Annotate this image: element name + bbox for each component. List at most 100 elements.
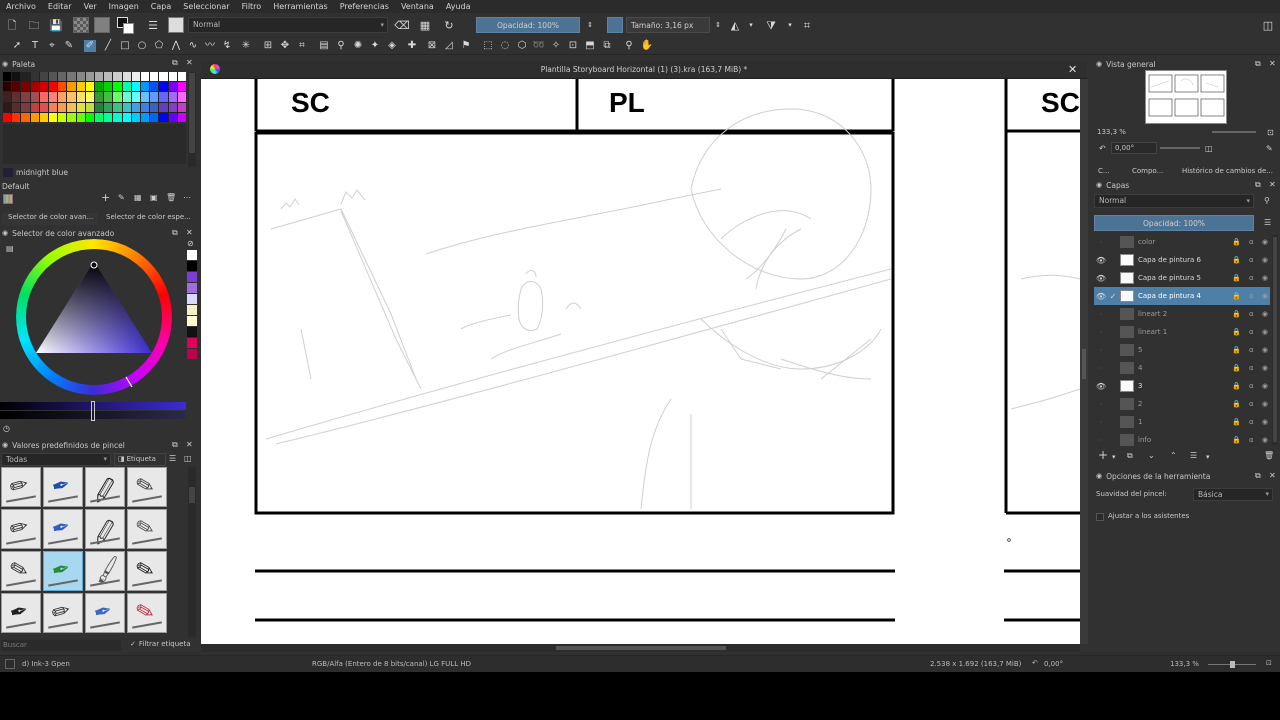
palette-swatch[interactable] [140,82,150,92]
palette-swatch[interactable] [76,92,85,102]
palette-swatch[interactable] [3,82,12,92]
size-slider[interactable]: Tamaño: 3,16 px [626,17,710,33]
close-color-panel-icon[interactable]: ✕ [186,228,193,238]
layer-lock-icon[interactable]: 🔒 [1232,364,1241,372]
size-spin-icon[interactable]: ⇕ [712,19,724,31]
float-layers-icon[interactable]: ⧉ [1255,180,1261,190]
palette-swatch[interactable] [12,72,21,82]
layer-lock-icon[interactable]: 🔒 [1232,382,1241,390]
palette-swatch[interactable] [94,102,104,112]
line-tool-icon[interactable]: ╱ [102,40,114,52]
palette-swatch[interactable] [30,72,39,82]
palette-swatch[interactable] [113,82,122,92]
layer-lock-icon[interactable]: 🔒 [1232,256,1241,264]
palette-swatch[interactable] [39,112,48,122]
palette-swatch[interactable] [85,92,94,102]
palette-swatch[interactable] [94,72,104,82]
float-color-panel-icon[interactable]: ⧉ [172,228,178,238]
zoom-icon[interactable]: ⚲ [623,40,635,52]
layers-scrollbar[interactable] [1272,235,1278,445]
preserve-alpha-icon[interactable]: ▦ [418,18,432,32]
move-icon[interactable]: ✥ [279,40,291,52]
menu-capa[interactable]: Capa [145,2,177,11]
layer-alpha-icon[interactable]: α [1249,436,1254,444]
brush-preset-tile[interactable]: ✒ [1,593,41,633]
bezier-tool-icon[interactable]: ∿ [187,40,199,52]
palette-swatch[interactable] [67,82,76,92]
palette-swatch[interactable] [159,102,168,112]
layer-row[interactable]: · 1 🔒 α ◉ [1094,413,1270,431]
fg-bg-color-icon[interactable] [116,16,134,34]
edit-swatch-icon[interactable]: ✎ [118,193,125,203]
multibrush-icon[interactable]: ✳ [240,40,252,52]
palette-swatch[interactable] [48,72,58,82]
reset-colors-icon[interactable]: ☰ [146,18,160,32]
rotation-slider[interactable] [1160,147,1200,149]
brush-view-icon[interactable]: ◫ [184,454,192,464]
brush-preset-tile[interactable]: ✏ [43,593,83,633]
layer-row[interactable]: · 2 🔒 α ◉ [1094,395,1270,413]
brush-preset-tile[interactable]: ✒ [43,467,83,507]
polyline-tool-icon[interactable]: ⋀ [170,40,182,52]
palette-swatch[interactable] [131,82,140,92]
add-layer-icon[interactable]: + [1098,449,1108,461]
strip-handle[interactable] [91,401,95,421]
palette-swatch[interactable] [21,72,30,82]
overview-zoom-fit-icon[interactable]: ⊡ [1267,128,1274,138]
layer-alpha-icon[interactable]: α [1249,328,1254,336]
ellipse-select-icon[interactable]: ◌ [499,40,511,52]
menu-preferencias[interactable]: Preferencias [334,2,395,11]
palette-swatch[interactable] [113,112,122,122]
palette-swatch[interactable] [150,112,159,122]
color-reset-icon[interactable]: ⊘ [187,239,194,249]
brush-preset-tile[interactable]: ✎ [127,551,167,591]
palette-swatch[interactable] [177,92,186,102]
menu-seleccionar[interactable]: Seleccionar [177,2,235,11]
tab-specific-color[interactable]: Selector de color espe... [100,213,196,225]
tag-button[interactable]: ◨ Etiqueta [114,453,166,466]
brush-search-input[interactable]: Buscar [1,640,121,651]
float-brush-panel-icon[interactable]: ⧉ [172,440,178,450]
freehand-brush-icon[interactable]: ✐ [84,40,96,52]
palette-swatch[interactable] [48,112,58,122]
status-fit-icon[interactable]: ⊡ [1266,659,1272,667]
palette-swatch[interactable] [85,102,94,112]
layer-lock-icon[interactable]: 🔒 [1232,436,1241,444]
layer-menu-icon[interactable]: ☰ [1190,451,1197,461]
palette-scrollbar[interactable] [188,72,196,167]
layer-visibility-icon[interactable]: · [1094,346,1108,355]
palette-swatch[interactable] [30,102,39,112]
open-folder-icon[interactable]: 🗀 [27,18,41,32]
layer-row[interactable]: · lineart 1 🔒 α ◉ [1094,323,1270,341]
layer-row[interactable]: · lineart 2 🔒 α ◉ [1094,305,1270,323]
layer-row[interactable]: · 5 🔒 α ◉ [1094,341,1270,359]
palette-swatch[interactable] [21,102,30,112]
palette-swatch[interactable] [131,112,140,122]
layer-row[interactable]: 👁 3 🔒 α ◉ [1094,377,1270,395]
close-tool-options-icon[interactable]: ✕ [1269,471,1276,481]
layer-visibility-icon[interactable]: · [1094,436,1108,445]
magnetic-select-icon[interactable]: ⧉ [601,40,613,52]
layer-check-icon[interactable]: ✓ [1108,292,1118,301]
enclose-fill-icon[interactable]: ✚ [406,40,418,52]
palette-swatch[interactable] [12,82,21,92]
layer-lock-icon[interactable]: 🔒 [1232,274,1241,282]
layer-alpha-icon[interactable]: α [1249,382,1254,390]
close-panel-icon[interactable]: ✕ [186,58,193,68]
colorize-mask-icon[interactable]: ✦ [369,40,381,52]
brush-preset-tile[interactable]: ✒ [43,551,83,591]
status-zoom-handle[interactable] [1230,661,1235,668]
contiguous-select-icon[interactable]: ✧ [550,40,562,52]
delete-swatch-icon[interactable]: 🗑 [166,193,176,203]
palette-swatch[interactable] [58,102,67,112]
mirror-dropdown-icon[interactable]: ▾ [745,19,757,31]
color-history[interactable] [187,250,197,368]
float-overview-icon[interactable]: ⧉ [1255,59,1261,69]
wrap-around-icon[interactable]: ⌗ [800,18,814,32]
layer-properties-icon[interactable]: ☰ [1264,218,1271,228]
palette-save-icon[interactable]: ▣ [150,193,158,203]
snap-checkbox[interactable] [1096,513,1104,521]
palette-swatch[interactable] [58,112,67,122]
layer-visibility-icon[interactable]: · [1094,418,1108,427]
float-panel-icon[interactable]: ⧉ [172,58,178,68]
